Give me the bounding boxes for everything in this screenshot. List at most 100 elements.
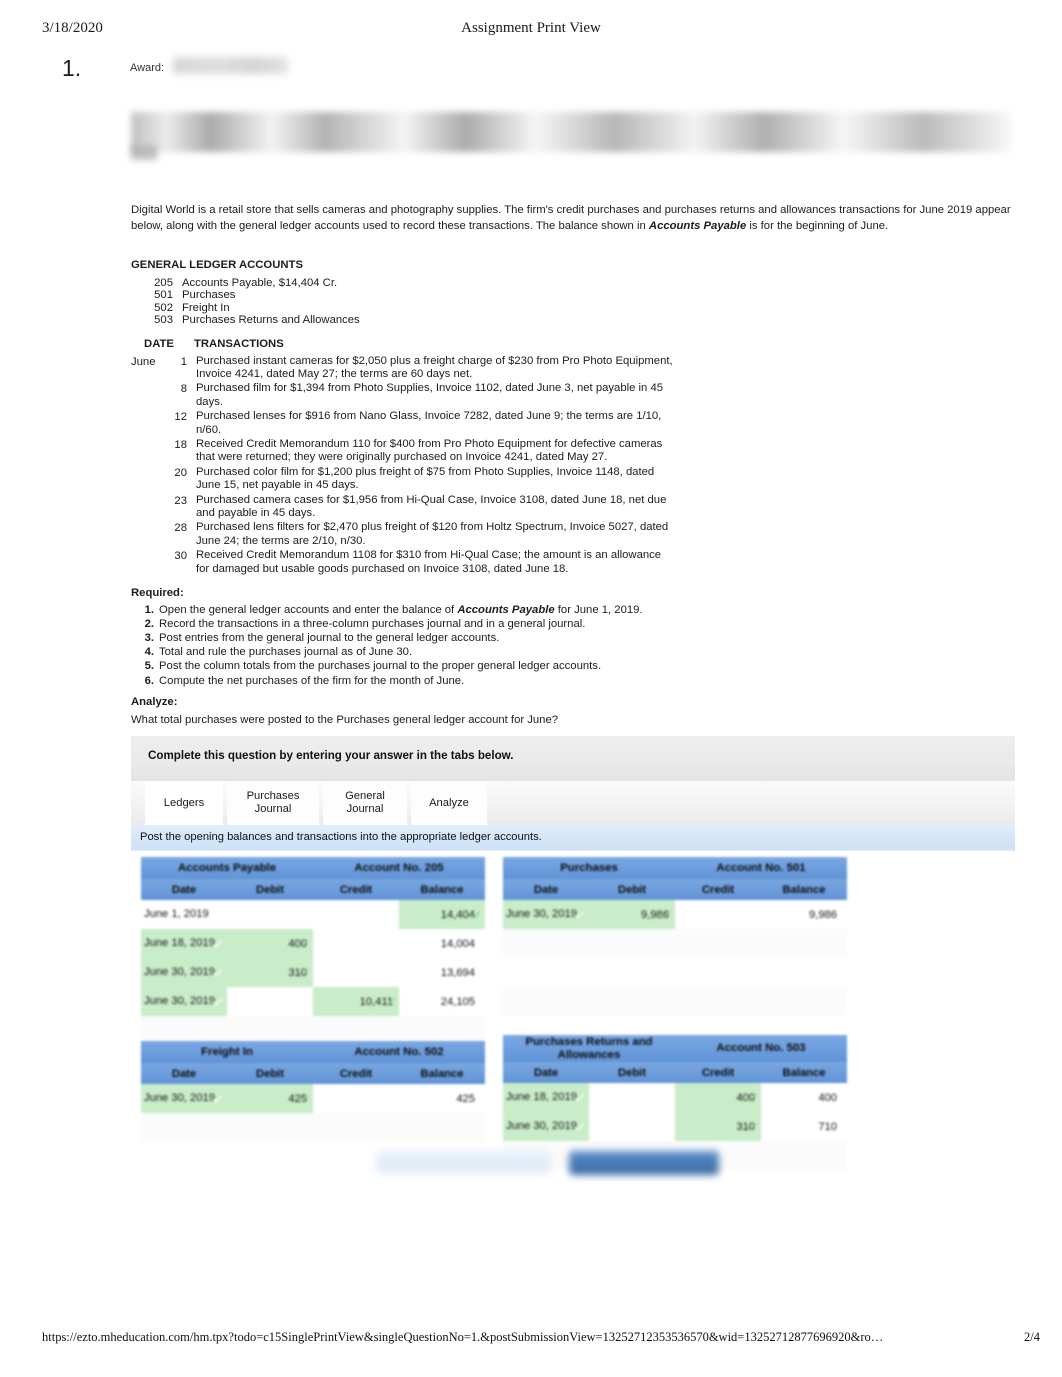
ledger-empty-cell[interactable] (589, 987, 675, 1016)
ledger-empty-cell[interactable] (141, 1113, 227, 1142)
required-item-text: Compute the net purchases of the firm fo… (159, 674, 464, 688)
ledger-empty-cell[interactable] (675, 987, 761, 1016)
transaction-month: June (131, 355, 156, 368)
ledger-cell-balance[interactable]: 710 (761, 1112, 847, 1141)
account-name: Purchases Returns and Allowances (182, 314, 360, 327)
ledger-cell-balance[interactable]: 425 (399, 1084, 485, 1113)
ledger-cell-balance[interactable]: 400 (761, 1083, 847, 1112)
tab-general[interactable]: General Journal (323, 781, 407, 825)
check-icon (660, 909, 671, 920)
ledger-cell-debit[interactable] (589, 1112, 675, 1141)
ledger-cell-date[interactable]: June 30, 2019 (141, 1084, 227, 1113)
ledger-column-header-row: Date Debit Credit Balance (141, 879, 485, 900)
footer-url: https://ezto.mheducation.com/hm.tpx?todo… (42, 1330, 884, 1344)
transaction-row: 30 Received Credit Memorandum 1108 for $3… (131, 549, 691, 576)
check-icon (212, 967, 223, 978)
ledger-column-header-row: Date Debit Credit Balance (503, 879, 847, 900)
ledger-cell-credit[interactable] (313, 958, 399, 987)
ledger-cell-debit[interactable]: 400 (227, 929, 313, 958)
check-icon (298, 967, 309, 978)
check-icon (212, 938, 223, 949)
print-title: Assignment Print View (461, 20, 601, 36)
ledger-cell-date[interactable]: June 30, 2019 (503, 900, 589, 929)
ledger-column-header: Debit (589, 1062, 675, 1083)
ledger-empty-cell[interactable] (503, 929, 589, 958)
ledger-cell-date[interactable]: June 30, 2019 (141, 958, 227, 987)
ledger-cell-debit[interactable]: 9,986 (589, 900, 675, 929)
transaction-row: 8 Purchased film for $1,394 from Photo Su… (131, 382, 691, 409)
ledger-empty-cell[interactable] (399, 1113, 485, 1142)
ledger-cell-credit[interactable] (313, 900, 399, 929)
transaction-day: 1 (180, 355, 187, 368)
award-value-redacted (173, 57, 288, 74)
required-item: 3. Post entries from the general journal … (140, 631, 731, 645)
required-item: 2. Record the transactions in a three-col… (140, 617, 731, 631)
required-item-number: 6. (144, 674, 154, 687)
ledger-cell-date[interactable]: June 18, 2019 (503, 1083, 589, 1112)
ledger-cell-debit[interactable]: 310 (227, 958, 313, 987)
ledger-cell-credit[interactable]: 310 (675, 1112, 761, 1141)
secondary-button-redacted[interactable] (376, 1151, 551, 1173)
ledger-empty-cell[interactable] (675, 958, 761, 987)
ledger-empty-cell[interactable] (503, 987, 589, 1016)
ledger-account-name: Accounts Payable (141, 857, 313, 879)
ledger-cell-debit[interactable] (589, 1083, 675, 1112)
ledger-row: June 30, 2019 10,411 24,105 (141, 987, 485, 1016)
transaction-day: 18 (174, 438, 187, 451)
ledger-empty-cell[interactable] (761, 929, 847, 958)
ledger-account-number: Account No. 501 (675, 857, 847, 879)
ledger-empty-cell[interactable] (589, 929, 675, 958)
ledger-empty-cell[interactable] (761, 958, 847, 987)
ledger-cell-date[interactable]: June 1, 2019 (141, 900, 227, 929)
ledger-cell-credit[interactable] (313, 929, 399, 958)
transaction-month (131, 382, 161, 409)
ledger-cell-debit[interactable] (227, 900, 313, 929)
ledger-empty-cell[interactable] (589, 958, 675, 987)
ledger-cell-balance[interactable]: 14,004 (399, 929, 485, 958)
tab-strip: Ledgers Purchases Journal General Journal Ana… (131, 781, 1015, 825)
ledger-cell-date[interactable]: June 30, 2019 (141, 987, 227, 1016)
ledger-cell-date[interactable]: June 18, 2019 (141, 929, 227, 958)
general-ledger-account-row: 502 Freight In (143, 302, 631, 315)
ledger-cell-credit[interactable]: 10,411 (313, 987, 399, 1016)
transaction-description: Purchased film for $1,394 from Photo Sup… (196, 382, 664, 408)
required-item-text: Open the general ledger accounts and ent… (159, 603, 643, 617)
ledger-title-row: Freight In Account No. 502 (141, 1041, 485, 1063)
ledger-empty-cell[interactable] (675, 929, 761, 958)
general-ledger-account-row: 501 Purchases (143, 289, 631, 302)
required-item-number: 2. (144, 617, 154, 630)
required-item: 6. Compute the net purchases of the firm … (140, 674, 731, 688)
ledger-row: June 30, 2019 310 710 (503, 1112, 847, 1141)
ledger-cell-credit[interactable] (675, 900, 761, 929)
ledger-cell-balance[interactable]: 13,694 (399, 958, 485, 987)
ledger-cell-debit[interactable]: 425 (227, 1084, 313, 1113)
ledger-empty-cell[interactable] (761, 987, 847, 1016)
ledger-table: Accounts Payable Account No. 205 Date Debit… (141, 857, 485, 1045)
tab-ledgers[interactable]: Ledgers (145, 781, 223, 825)
ledger-cell-balance[interactable]: 24,105 (399, 987, 485, 1016)
required-item-text-pre: Compute the net purchases of the firm fo… (159, 674, 465, 687)
account-name: Accounts Payable, $14,404 Cr. (182, 276, 338, 289)
ledger-title-row: Purchases Returns and Allowances Account … (503, 1035, 847, 1062)
required-item-text-pre: Open the general ledger accounts and ent… (159, 603, 458, 616)
ledger-cell-debit[interactable] (227, 987, 313, 1016)
required-item-text: Post the column totals from the purchase… (159, 659, 601, 673)
tab-label-line1: Ledgers (163, 796, 205, 809)
ledger-empty-cell[interactable] (313, 1113, 399, 1142)
print-header: 3/18/2020 Assignment Print View (0, 20, 1062, 42)
ledger-cell-date[interactable]: June 30, 2019 (503, 1112, 589, 1141)
transaction-month (131, 549, 161, 576)
primary-button-redacted[interactable] (569, 1151, 719, 1175)
required-item-text: Record the transactions in a three-colum… (159, 617, 585, 631)
transaction-day: 8 (180, 383, 187, 396)
ledger-cell-balance[interactable]: 14,404 (399, 900, 485, 929)
tab-analyze[interactable]: Analyze (411, 781, 487, 825)
ledger-cell-credit[interactable]: 400 (675, 1083, 761, 1112)
tab-purchases[interactable]: Purchases Journal (227, 781, 319, 825)
ledger-cell-credit[interactable] (313, 1084, 399, 1113)
ledger-empty-cell[interactable] (227, 1113, 313, 1142)
analyze-heading: Analyze: (131, 696, 178, 708)
account-number: 501 (154, 289, 173, 302)
ledger-cell-balance[interactable]: 9,986 (761, 900, 847, 929)
ledger-empty-cell[interactable] (503, 958, 589, 987)
